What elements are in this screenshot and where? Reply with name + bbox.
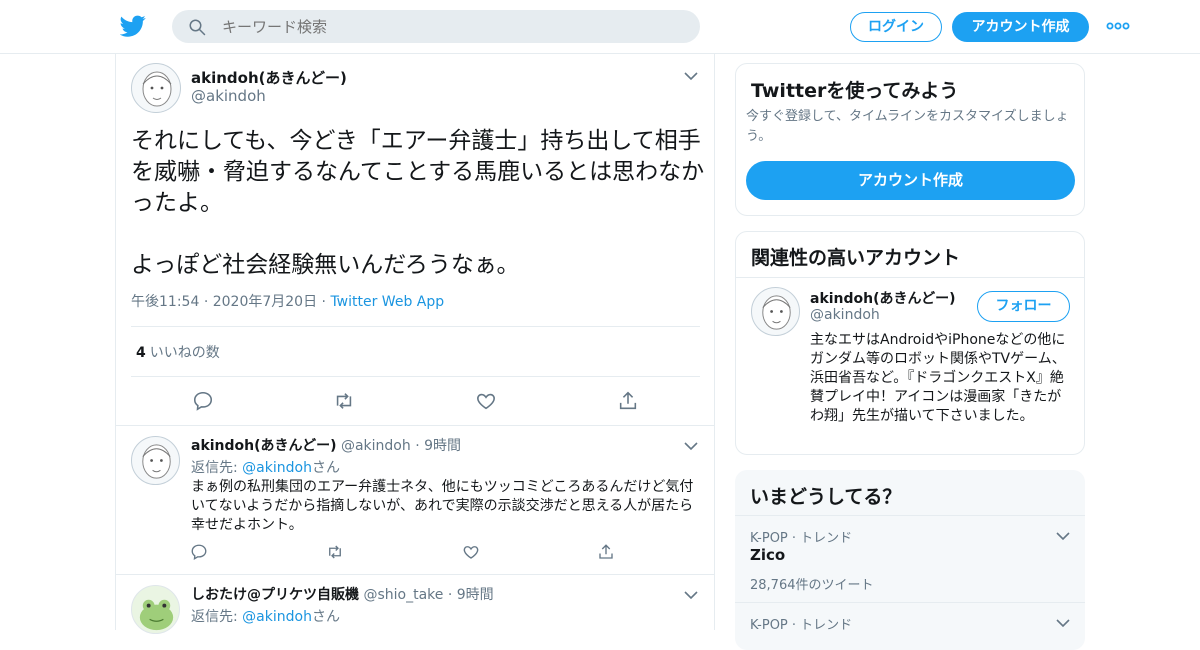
card-title: Twitterを使ってみよう [751, 80, 959, 102]
avatar[interactable] [751, 287, 800, 336]
divider [131, 376, 700, 377]
like-count: 4 [136, 345, 146, 361]
tweet-metadata: 午後11:54 · 2020年7月20日 · Twitter Web App [131, 291, 444, 311]
author-handle[interactable]: @shio_take [363, 587, 443, 603]
reply-text: まぁ例の私刑集団のエアー弁護士ネタ、他にもツッコミどころあるんだけど気付いてない… [191, 479, 694, 533]
separator-dot: · [203, 294, 213, 310]
top-bar: ログイン アカウント作成 [0, 0, 1200, 54]
chevron-down-icon[interactable] [1056, 618, 1070, 628]
reply-icon[interactable] [190, 543, 208, 561]
share-icon[interactable] [597, 543, 615, 561]
reply-prefix: 返信先: [191, 460, 243, 476]
try-twitter-card: Twitterを使ってみよう 今すぐ登録して、タイムラインをカスタマイズしましょ… [735, 63, 1085, 216]
search-icon [189, 19, 206, 36]
reply-to-line: 返信先: @akindohさん [191, 606, 340, 626]
trends-card: いまどうしてる？ K-POP · トレンド Zico 28,764件のツイート … [735, 470, 1085, 650]
follow-button[interactable]: フォロー [977, 291, 1070, 322]
reply-header: akindoh(あきんどー) @akindoh · 9時間 [191, 435, 461, 455]
trend-tweet-count: 28,764件のツイート [750, 578, 874, 593]
reply-icon[interactable] [192, 390, 214, 412]
account-handle[interactable]: @akindoh [810, 307, 880, 323]
divider [735, 515, 1085, 516]
tweet-date[interactable]: 2020年7月20日 [213, 294, 317, 310]
login-button[interactable]: ログイン [850, 12, 942, 42]
trend-name[interactable]: Zico [750, 546, 785, 564]
share-icon[interactable] [617, 390, 639, 412]
avatar-face-icon [142, 444, 171, 479]
tweet-actions [116, 390, 714, 412]
divider [116, 574, 714, 575]
search-bar[interactable] [172, 10, 700, 43]
card-subtitle: 今すぐ登録して、タイムラインをカスタマイズしましょう。 [746, 109, 1069, 144]
divider [736, 277, 1084, 278]
trend-category: K-POP · トレンド [750, 531, 853, 546]
reply-suffix: さん [311, 609, 340, 625]
avatar[interactable] [131, 63, 181, 113]
retweet-icon[interactable] [326, 543, 344, 561]
like-icon[interactable] [475, 390, 497, 412]
timeline: akindoh(あきんどー) @akindoh それにしても、今どき「エアー弁護… [115, 54, 715, 634]
author-name[interactable]: akindoh(あきんどー) [191, 438, 337, 454]
trend-category: K-POP · トレンド [750, 618, 853, 633]
card-title: 関連性の高いアカウント [751, 247, 961, 269]
like-icon[interactable] [462, 543, 480, 561]
chevron-down-icon[interactable] [684, 441, 698, 451]
reply-actions [116, 543, 714, 565]
divider [131, 326, 700, 327]
signup-button[interactable]: アカウント作成 [952, 12, 1089, 42]
tweet-time[interactable]: 午後11:54 [131, 294, 199, 310]
tweet-time[interactable]: 9時間 [457, 587, 494, 603]
related-accounts-card: 関連性の高いアカウント akindoh(あきんどー) @akindoh フォロー… [735, 231, 1085, 455]
chevron-down-icon[interactable] [684, 590, 698, 600]
signup-button[interactable]: アカウント作成 [746, 161, 1075, 200]
retweet-icon[interactable] [333, 390, 355, 412]
tweet-time[interactable]: 9時間 [424, 438, 461, 454]
reply-to-line: 返信先: @akindohさん [191, 457, 340, 477]
author-name[interactable]: akindoh(あきんどー) [191, 67, 347, 88]
avatar-face-icon [142, 71, 172, 107]
like-count-stat[interactable]: 4 いいねの数 [136, 342, 220, 362]
account-bio: 主なエサはAndroidやiPhoneなどの他にガンダム等のロボット関係やTVゲ… [810, 332, 1066, 424]
author-handle[interactable]: @akindoh [341, 438, 411, 454]
search-input[interactable] [222, 10, 682, 43]
author-name[interactable]: しおたけ@プリケツ自販機 [191, 587, 359, 603]
separator-dot: · [447, 587, 453, 603]
divider [735, 602, 1085, 603]
like-count-label: いいねの数 [149, 345, 220, 361]
avatar-face-icon [762, 295, 791, 330]
tweet-source-link[interactable]: Twitter Web App [330, 294, 444, 310]
more-options-icon[interactable] [1106, 20, 1130, 32]
separator-dot: · [415, 438, 420, 454]
avatar-frog-icon [139, 599, 174, 631]
chevron-down-icon[interactable] [1056, 531, 1070, 541]
reply-prefix: 返信先: [191, 609, 243, 625]
account-name[interactable]: akindoh(あきんどー) [810, 288, 956, 308]
reply-to-link[interactable]: @akindoh [242, 460, 312, 476]
tweet-text: それにしても、今どき「エアー弁護士」持ち出して相手を威嚇・脅迫するなんてことする… [131, 128, 705, 278]
reply-to-link[interactable]: @akindoh [242, 609, 312, 625]
author-handle[interactable]: @akindoh [191, 87, 266, 105]
avatar[interactable] [131, 436, 180, 485]
card-title: いまどうしてる？ [750, 486, 902, 508]
reply-suffix: さん [311, 460, 340, 476]
reply-header: しおたけ@プリケツ自販機 @shio_take · 9時間 [191, 584, 494, 604]
chevron-down-icon[interactable] [684, 71, 698, 81]
avatar[interactable] [131, 585, 180, 634]
divider [116, 425, 714, 426]
twitter-logo-icon[interactable] [120, 13, 146, 39]
